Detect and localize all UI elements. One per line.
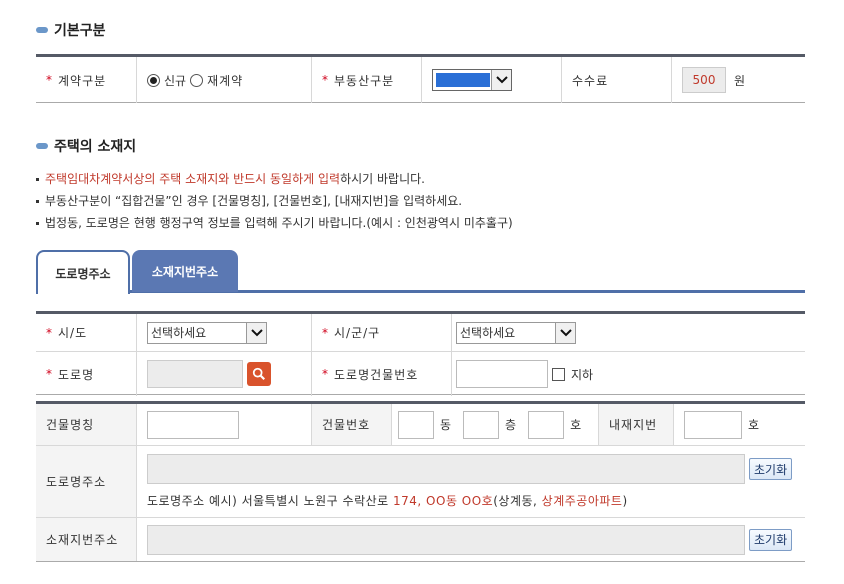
fee-cell: 500 원 <box>671 57 805 103</box>
address-tabs: 소재지번주소 도로명주소 <box>36 250 805 294</box>
basic-section-title: 기본구분 <box>36 20 106 40</box>
lot-addr-cell: 초기화 <box>136 518 805 561</box>
contract-type-label: * 계약구분 <box>46 73 107 88</box>
lot-addr-reset-button[interactable]: 초기화 <box>749 528 793 551</box>
bullet-icon <box>36 27 48 33</box>
bldg-no-label: 건물번호 <box>311 404 391 445</box>
fee-unit: 원 <box>734 73 746 88</box>
dong-input[interactable] <box>398 410 434 439</box>
road-bldg-no-input[interactable] <box>456 360 548 388</box>
property-type-cell <box>421 57 561 103</box>
radio-renew[interactable] <box>190 73 204 87</box>
road-name-input[interactable] <box>147 360 243 388</box>
sido-cell: 선택하세요 <box>136 314 311 351</box>
note-item: 부동산구분이 “집합건물”인 경우 [건물명칭], [건물번호], [내재지번]… <box>36 190 513 212</box>
sido-select[interactable]: 선택하세요 <box>147 321 267 344</box>
bldg-name-input[interactable] <box>147 410 239 439</box>
road-addr-reset-button[interactable]: 초기화 <box>749 458 793 480</box>
inner-lot-label: 내재지번 <box>598 404 673 445</box>
basement-label: 지하 <box>571 367 594 382</box>
road-addr-input <box>147 454 745 484</box>
radio-new[interactable] <box>147 73 160 87</box>
sigungu-label: * 시/군/구 <box>311 314 451 351</box>
note-item: 법정동, 도로명은 현행 행정구역 정보를 입력해 주시기 바랍니다.(예시 :… <box>36 212 513 234</box>
ho-input[interactable] <box>528 410 565 439</box>
tab-lot-address[interactable]: 소재지번주소 <box>132 250 238 292</box>
lot-addr-label: 소재지번주소 <box>36 518 136 561</box>
property-type-select[interactable] <box>432 69 512 91</box>
road-addr-label: 도로명주소 <box>36 446 136 517</box>
bldg-no-cell: 동 층 호 <box>391 404 598 445</box>
property-type-label: * 부동산구분 <box>311 57 421 103</box>
chevron-down-icon <box>555 322 575 343</box>
road-bldg-no-label: * 도로명건물번호 <box>311 352 451 396</box>
chevron-down-icon <box>246 322 266 343</box>
inner-lot-input[interactable] <box>684 410 742 439</box>
inner-lot-cell: 호 <box>673 404 805 445</box>
bldg-name-cell <box>136 404 311 445</box>
road-addr-cell: 초기화 도로명주소 예시) 서울특별시 노원구 수락산로 174, OO동 OO… <box>136 446 805 517</box>
road-name-label: * 도로명 <box>46 367 95 382</box>
radio-new-label: 신규 <box>164 73 187 88</box>
radio-renew-label: 재계약 <box>207 73 244 88</box>
sigungu-cell: 선택하세요 <box>451 314 805 351</box>
search-button[interactable] <box>247 362 271 386</box>
search-icon <box>252 367 266 381</box>
bullet-icon <box>36 143 48 149</box>
fee-label: 수수료 <box>561 57 671 103</box>
location-notes: 주택임대차계약서상의 주택 소재지와 반드시 동일하게 입력 하시기 바랍니다. … <box>36 168 513 234</box>
address-table: * 시/도 선택하세요 * 시/군/구 선택하세요 * 도로명 * 도로명건물번… <box>36 311 805 396</box>
detail-table: 건물명칭 건물번호 동 층 호 내재지번 호 도로명주소 초기화 도로명주소 예… <box>36 401 805 562</box>
bldg-name-label: 건물명칭 <box>36 404 136 445</box>
chevron-down-icon <box>491 70 511 90</box>
location-section-title: 주택의 소재지 <box>36 136 136 156</box>
road-addr-example: 도로명주소 예시) 서울특별시 노원구 수락산로 174, OO동 OO호(상계… <box>147 494 628 508</box>
property-select-highlight <box>436 73 490 87</box>
basic-table: * 계약구분 신규 재계약 * 부동산구분 수수료 500 원 <box>36 54 805 103</box>
floor-input[interactable] <box>463 410 500 439</box>
road-name-cell <box>136 352 311 396</box>
contract-type-options: 신규 재계약 <box>136 57 311 103</box>
fee-value: 500 <box>682 67 726 93</box>
road-bldg-no-cell: 지하 <box>451 352 805 396</box>
lot-addr-input <box>147 524 745 555</box>
sigungu-select[interactable]: 선택하세요 <box>456 321 576 344</box>
basement-checkbox[interactable] <box>552 367 565 381</box>
note-item: 주택임대차계약서상의 주택 소재지와 반드시 동일하게 입력 하시기 바랍니다. <box>36 168 513 190</box>
tab-road-address[interactable]: 도로명주소 <box>36 250 130 294</box>
sido-label: * 시/도 <box>46 325 88 341</box>
